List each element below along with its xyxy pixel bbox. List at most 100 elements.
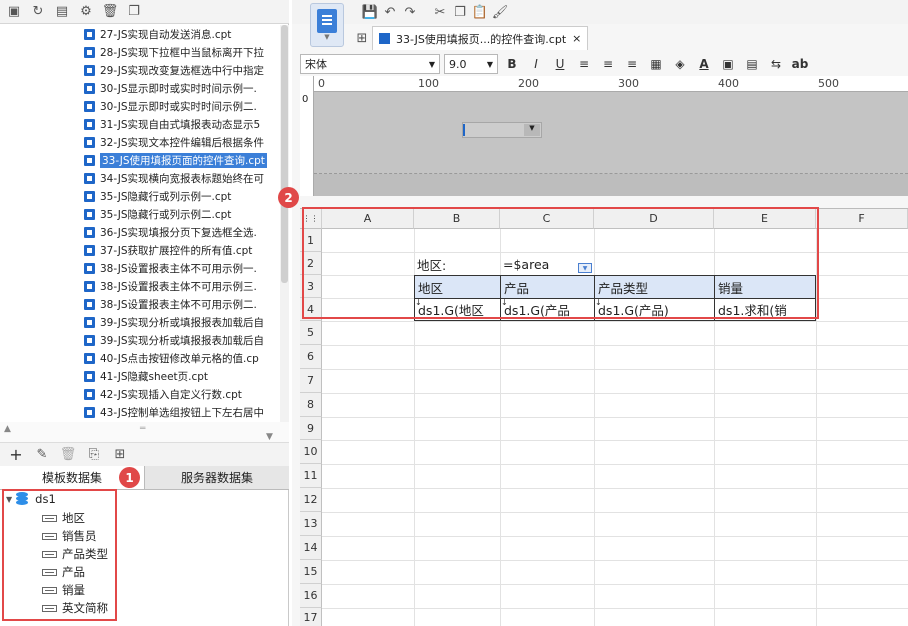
tree-file-item[interactable]: 36-JS实现填报分页下复选框全选. <box>84 223 289 241</box>
grid-line <box>322 560 908 561</box>
panel-splitter[interactable]: ▲ ═ ▼ <box>0 422 289 442</box>
paste-icon[interactable]: 📋 <box>470 3 490 21</box>
row-header[interactable]: 9 <box>300 417 322 440</box>
template-file-icon <box>84 154 95 166</box>
italic-button[interactable]: I <box>526 54 546 74</box>
tree-scrollbar[interactable] <box>280 25 289 422</box>
copy-icon[interactable]: ❐ <box>124 3 144 21</box>
fill-color-icon[interactable]: ◈ <box>670 54 690 74</box>
dataset-toolbar: + ✎ 🗑 ⎘ ⊞ <box>0 442 289 466</box>
save-icon[interactable]: 💾 <box>360 3 380 21</box>
text-wrap-button[interactable]: ab <box>790 54 810 74</box>
font-family-select[interactable]: 宋体 ▼ <box>300 54 440 74</box>
row-header[interactable]: 12 <box>300 488 322 512</box>
tree-file-item[interactable]: 38-JS设置报表主体不可用示例三. <box>84 277 289 295</box>
collapse-down-icon[interactable]: ▼ <box>266 432 273 442</box>
tree-file-item[interactable]: 27-JS实现自动发送消息.cpt <box>84 25 289 43</box>
row-header[interactable]: 17 <box>300 608 322 626</box>
tree-file-item[interactable]: 35-JS隐藏行或列示例一.cpt <box>84 187 289 205</box>
server-dataset-icon[interactable]: ⊞ <box>110 446 130 464</box>
font-color-icon[interactable]: A <box>694 54 714 74</box>
row-header[interactable]: 7 <box>300 369 322 393</box>
row-header[interactable]: 15 <box>300 560 322 584</box>
template-file-icon <box>84 352 95 364</box>
close-tab-icon[interactable]: × <box>572 32 581 45</box>
row-header[interactable]: 10 <box>300 440 322 464</box>
copy-icon[interactable]: ❐ <box>450 3 470 21</box>
tree-file-item[interactable]: 43-JS控制单选组按钮上下左右居中 <box>84 403 289 421</box>
new-file-icon[interactable]: ▣ <box>4 3 24 21</box>
merge-cells-icon[interactable]: ▣ <box>718 54 738 74</box>
insert-row-icon[interactable]: ⇆ <box>766 54 786 74</box>
collapse-up-icon[interactable]: ▲ <box>4 424 11 434</box>
template-file-icon <box>84 172 95 184</box>
row-header[interactable]: 8 <box>300 393 322 417</box>
grid-line <box>322 369 908 370</box>
parameter-combo-widget[interactable]: ▼ <box>462 122 542 138</box>
tree-file-item[interactable]: 28-JS实现下拉框中当鼠标离开下拉 <box>84 43 289 61</box>
document-tab[interactable]: 33-JS使用填报页...的控件查询.cpt × <box>372 26 589 50</box>
underline-button[interactable]: U <box>550 54 570 74</box>
align-right-icon[interactable]: ≡ <box>622 54 642 74</box>
tree-file-item-selected[interactable]: 33-JS使用填报页面的控件查询.cpt <box>84 151 289 169</box>
template-file-icon <box>84 226 95 238</box>
font-size-select[interactable]: 9.0 ▼ <box>444 54 498 74</box>
open-file-icon[interactable]: ▤ <box>52 3 72 21</box>
template-file-icon <box>84 316 95 328</box>
tree-file-item[interactable]: 41-JS隐藏sheet页.cpt <box>84 367 289 385</box>
template-file-icon <box>84 262 95 274</box>
settings-icon[interactable]: ⚙ <box>76 3 96 21</box>
template-file-icon <box>84 28 95 40</box>
redo-icon[interactable]: ↷ <box>400 3 420 21</box>
undo-icon[interactable]: ↶ <box>380 3 400 21</box>
preview-dataset-icon[interactable]: ⎘ <box>84 446 104 464</box>
scrollbar-thumb[interactable] <box>281 25 288 283</box>
column-header[interactable]: F <box>816 209 908 229</box>
cut-icon[interactable]: ✂ <box>430 3 450 21</box>
grid-view-icon[interactable]: ⊞ <box>352 29 372 47</box>
tree-file-item[interactable]: 39-JS实现分析或填报报表加载后自 <box>84 313 289 331</box>
tree-file-item[interactable]: 32-JS实现文本控件编辑后根据条件 <box>84 133 289 151</box>
tree-file-item[interactable]: 30-JS显示即时或实时时间示例一. <box>84 79 289 97</box>
tab-server-dataset[interactable]: 服务器数据集 <box>145 466 289 489</box>
row-header[interactable]: 11 <box>300 464 322 488</box>
delete-dataset-icon[interactable]: 🗑 <box>58 446 78 464</box>
grid-line <box>322 536 908 537</box>
template-designer-button[interactable]: ▼ <box>310 3 344 47</box>
tree-file-item[interactable]: 30-JS显示即时或实时时间示例二. <box>84 97 289 115</box>
row-header[interactable]: 6 <box>300 345 322 369</box>
edit-dataset-icon[interactable]: ✎ <box>32 446 52 464</box>
tree-file-item[interactable]: 42-JS实现插入自定义行数.cpt <box>84 385 289 403</box>
tree-file-item[interactable]: 40-JS点击按钮修改单元格的值.cp <box>84 349 289 367</box>
format-painter-icon[interactable]: 🖌 <box>490 3 510 21</box>
grid-line <box>322 488 908 489</box>
tree-file-item[interactable]: 31-JS实现自由式填报表动态显示5 <box>84 115 289 133</box>
row-header[interactable]: 14 <box>300 536 322 560</box>
row-header[interactable]: 5 <box>300 321 322 345</box>
file-toolbar: ▣ ↻ ▤ ⚙ 🗑 ❐ <box>0 0 289 24</box>
horizontal-ruler: 0 100 200 300 400 500 <box>314 76 908 92</box>
grid-line <box>322 584 908 585</box>
refresh-icon[interactable]: ↻ <box>28 3 48 21</box>
bold-button[interactable]: B <box>502 54 522 74</box>
delete-icon[interactable]: 🗑 <box>100 3 120 21</box>
split-cells-icon[interactable]: ▤ <box>742 54 762 74</box>
row-header[interactable]: 16 <box>300 584 322 608</box>
grid-line <box>322 512 908 513</box>
template-file-tree: 27-JS实现自动发送消息.cpt 28-JS实现下拉框中当鼠标离开下拉 29-… <box>0 25 289 422</box>
add-dataset-icon[interactable]: + <box>6 445 26 464</box>
tree-file-item[interactable]: 38-JS设置报表主体不可用示例二. <box>84 295 289 313</box>
tree-file-item[interactable]: 35-JS隐藏行或列示例二.cpt <box>84 205 289 223</box>
tree-file-item[interactable]: 34-JS实现横向宽报表标题始终在可 <box>84 169 289 187</box>
tree-file-item[interactable]: 38-JS设置报表主体不可用示例一. <box>84 259 289 277</box>
align-center-icon[interactable]: ≡ <box>598 54 618 74</box>
border-icon[interactable]: ▦ <box>646 54 666 74</box>
tree-file-item[interactable]: 29-JS实现改变复选框选中行中指定 <box>84 61 289 79</box>
row-header[interactable]: 13 <box>300 512 322 536</box>
template-file-icon <box>84 388 95 400</box>
align-left-icon[interactable]: ≡ <box>574 54 594 74</box>
tree-file-item[interactable]: 39-JS实现分析或填报报表加载后自 <box>84 331 289 349</box>
grid-line <box>322 464 908 465</box>
dropdown-arrow-icon[interactable]: ▼ <box>324 33 329 41</box>
tree-file-item[interactable]: 37-JS获取扩展控件的所有值.cpt <box>84 241 289 259</box>
